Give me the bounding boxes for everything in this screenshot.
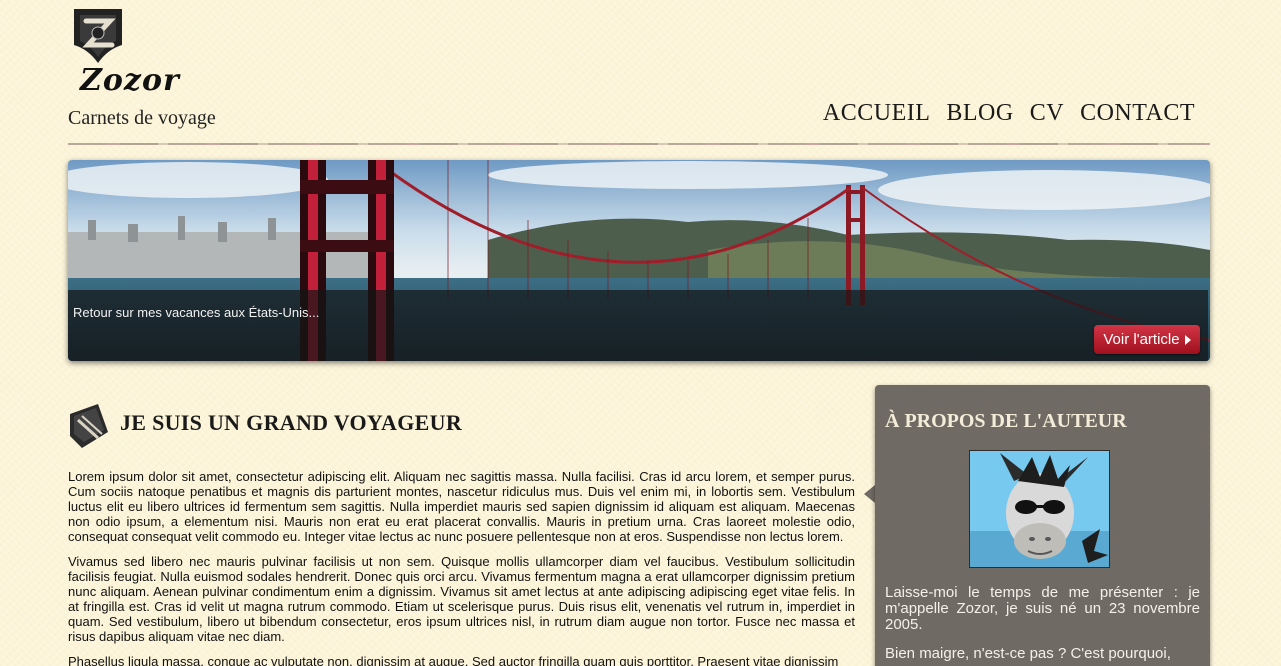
- aside-pointer: [864, 485, 875, 503]
- pen-nib-icon: [70, 404, 108, 448]
- main-nav: ACCUEIL BLOG CV CONTACT: [823, 100, 1195, 127]
- aside-title: À PROPOS DE L'AUTEUR: [885, 410, 1127, 432]
- zozor-donkey-avatar: [970, 451, 1109, 567]
- view-article-label: Voir l'article: [1103, 331, 1180, 348]
- banner: Retour sur mes vacances aux États-Unis..…: [68, 160, 1210, 361]
- article-paragraph: Lorem ipsum dolor sit amet, consectetur …: [68, 469, 855, 544]
- aside-paragraph: Bien maigre, n'est-ce pas ? C'est pourqu…: [885, 645, 1171, 662]
- article-body: Lorem ipsum dolor sit amet, consectetur …: [68, 469, 855, 666]
- author-avatar: [969, 450, 1110, 568]
- logo[interactable]: Zozor: [68, 5, 179, 99]
- header-divider: [68, 143, 1210, 145]
- aside-text: Laisse-moi le temps de me présenter : je…: [885, 585, 1200, 666]
- article-title: JE SUIS UN GRAND VOYAGEUR: [120, 410, 463, 435]
- arrow-right-icon: [1184, 334, 1191, 345]
- article-paragraph: Vivamus sed libero nec mauris pulvinar f…: [68, 554, 855, 644]
- about-author-panel: À PROPOS DE L'AUTEUR Laisse-moi le temps…: [875, 385, 1210, 666]
- site-tagline: Carnets de voyage: [68, 107, 216, 129]
- aside-paragraph: Laisse-moi le temps de me présenter : je…: [885, 584, 1200, 633]
- logo-emblem-icon: [74, 9, 122, 63]
- nav-blog[interactable]: BLOG: [946, 100, 1013, 127]
- view-article-button[interactable]: Voir l'article: [1094, 325, 1200, 354]
- nav-contact[interactable]: CONTACT: [1080, 100, 1195, 127]
- banner-caption: Retour sur mes vacances aux États-Unis..…: [68, 290, 1208, 361]
- article-paragraph: Phasellus ligula massa, congue ac vulput…: [68, 654, 839, 666]
- logo-text: Zozor: [80, 63, 180, 98]
- nav-accueil[interactable]: ACCUEIL: [823, 100, 931, 127]
- banner-caption-text: Retour sur mes vacances aux États-Unis..…: [73, 305, 320, 320]
- nav-cv[interactable]: CV: [1030, 100, 1064, 127]
